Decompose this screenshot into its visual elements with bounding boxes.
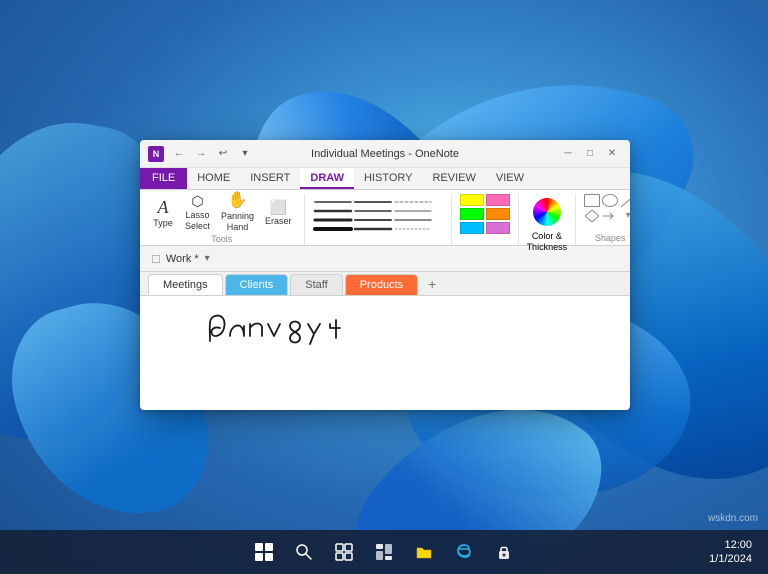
- pen-strokes-svg[interactable]: [313, 197, 438, 239]
- taskbar-right: 12:00 1/1/2024: [709, 538, 752, 567]
- widgets-button[interactable]: [367, 535, 401, 569]
- lasso-label: LassoSelect: [185, 210, 210, 232]
- edge-icon: [455, 543, 473, 561]
- handwriting-canvas[interactable]: [200, 306, 400, 366]
- tab-view[interactable]: VIEW: [486, 168, 534, 189]
- shapes-label: Shapes: [595, 233, 626, 245]
- tools-content: A Type ⬡ LassoSelect ✋ PanningHand ⬜ Era…: [148, 194, 296, 232]
- start-button[interactable]: [247, 535, 281, 569]
- green-highlighter[interactable]: [460, 208, 484, 220]
- diamond-shape[interactable]: [584, 209, 600, 222]
- ribbon-group-tools: A Type ⬡ LassoSelect ✋ PanningHand ⬜ Era…: [148, 194, 305, 245]
- forward-button[interactable]: →: [192, 145, 210, 163]
- ribbon-draw: A Type ⬡ LassoSelect ✋ PanningHand ⬜ Era…: [140, 190, 630, 246]
- tab-file[interactable]: FILE: [140, 168, 187, 189]
- tab-review[interactable]: REVIEW: [422, 168, 485, 189]
- taskbar: 12:00 1/1/2024: [0, 530, 768, 574]
- window-title: Individual Meetings - OneNote: [311, 148, 459, 160]
- tab-staff[interactable]: Staff: [290, 274, 342, 295]
- customize-qa-button[interactable]: ▾: [236, 145, 254, 163]
- watermark: wskdn.com: [708, 513, 758, 524]
- panning-hand-button[interactable]: ✋ PanningHand: [217, 194, 258, 232]
- highlighters-content: [460, 194, 510, 241]
- window-controls: ─ □ ✕: [558, 144, 622, 164]
- page-tabs: Meetings Clients Staff Products +: [140, 272, 630, 296]
- title-bar: N ← → ↩ ▾ Individual Meetings - OneNote …: [140, 140, 630, 168]
- pink-highlighter[interactable]: [486, 194, 510, 206]
- lock-icon: [495, 543, 513, 561]
- notebook-label: Work *: [166, 253, 199, 265]
- more-colors: [486, 194, 510, 234]
- title-bar-left: N ← → ↩ ▾: [148, 145, 254, 163]
- tab-meetings[interactable]: Meetings: [148, 274, 223, 295]
- tab-draw[interactable]: DRAW: [300, 168, 354, 189]
- orange-highlighter[interactable]: [486, 208, 510, 220]
- add-tab-button[interactable]: +: [420, 273, 444, 295]
- page-content[interactable]: [140, 296, 630, 386]
- tab-history[interactable]: HISTORY: [354, 168, 423, 189]
- file-explorer-icon: [415, 543, 433, 561]
- more-shapes[interactable]: ▾: [620, 209, 630, 222]
- type-label: Type: [153, 218, 173, 228]
- onenote-window: N ← → ↩ ▾ Individual Meetings - OneNote …: [140, 140, 630, 410]
- system-clock[interactable]: 12:00 1/1/2024: [709, 538, 752, 567]
- tab-home[interactable]: HOME: [187, 168, 240, 189]
- security-button[interactable]: [487, 535, 521, 569]
- panning-icon: ✋: [228, 193, 248, 209]
- color-label: Color &Thickness: [527, 231, 568, 253]
- close-button[interactable]: ✕: [602, 144, 622, 164]
- task-view-button[interactable]: [327, 535, 361, 569]
- tools-label: Tools: [211, 234, 232, 246]
- ribbon-group-color: Color &Thickness: [527, 194, 577, 245]
- color-content: Color &Thickness: [527, 194, 568, 253]
- ribbon-group-highlighters: [460, 194, 519, 245]
- tab-insert[interactable]: INSERT: [240, 168, 300, 189]
- purple-highlighter[interactable]: [486, 222, 510, 234]
- type-icon: A: [158, 198, 169, 216]
- notebook-dropdown-icon: ▾: [205, 253, 210, 264]
- lasso-icon: ⬡: [191, 194, 203, 208]
- onenote-logo-icon: N: [148, 146, 164, 162]
- undo-button[interactable]: ↩: [214, 145, 232, 163]
- tab-products[interactable]: Products: [345, 274, 418, 295]
- quick-access-toolbar: ← → ↩ ▾: [170, 145, 254, 163]
- windows-logo-icon: [255, 543, 273, 561]
- line-shape[interactable]: [620, 194, 630, 207]
- edge-button[interactable]: [447, 535, 481, 569]
- ribbon-group-shapes: ▾ Shapes: [584, 194, 630, 245]
- arrow-shape[interactable]: [602, 209, 618, 222]
- rectangle-shape[interactable]: [584, 194, 600, 207]
- ellipse-shape[interactable]: [602, 194, 618, 207]
- widgets-icon: [375, 543, 393, 561]
- file-explorer-button[interactable]: [407, 535, 441, 569]
- ribbon-tab-bar: FILE HOME INSERT DRAW HISTORY REVIEW VIE…: [140, 168, 630, 190]
- task-view-icon: [335, 543, 353, 561]
- blue-highlighter[interactable]: [460, 222, 484, 234]
- date-display: 1/1/2024: [709, 552, 752, 566]
- taskbar-icons: [247, 535, 521, 569]
- pens-content: [313, 194, 443, 241]
- color-wheel[interactable]: [533, 198, 561, 226]
- minimize-button[interactable]: ─: [558, 144, 578, 164]
- eraser-icon: ⬜: [270, 200, 287, 214]
- highlighter-bars: [460, 194, 484, 234]
- search-button[interactable]: [287, 535, 321, 569]
- ribbon-group-pens: [313, 194, 452, 245]
- type-button[interactable]: A Type: [148, 194, 178, 232]
- shapes-content: ▾: [584, 194, 630, 231]
- yellow-highlighter[interactable]: [460, 194, 484, 206]
- eraser-button[interactable]: ⬜ Eraser: [261, 194, 296, 232]
- maximize-button[interactable]: □: [580, 144, 600, 164]
- shapes-grid: ▾: [584, 194, 630, 222]
- search-icon: [295, 543, 313, 561]
- notebook-icon: □: [152, 251, 160, 266]
- eraser-label: Eraser: [265, 216, 292, 226]
- panning-label: PanningHand: [221, 211, 254, 233]
- back-button[interactable]: ←: [170, 145, 188, 163]
- notebook-name[interactable]: □ Work * ▾: [148, 249, 214, 268]
- tab-clients[interactable]: Clients: [225, 274, 289, 295]
- time-display: 12:00: [709, 538, 752, 552]
- lasso-select-button[interactable]: ⬡ LassoSelect: [181, 194, 214, 232]
